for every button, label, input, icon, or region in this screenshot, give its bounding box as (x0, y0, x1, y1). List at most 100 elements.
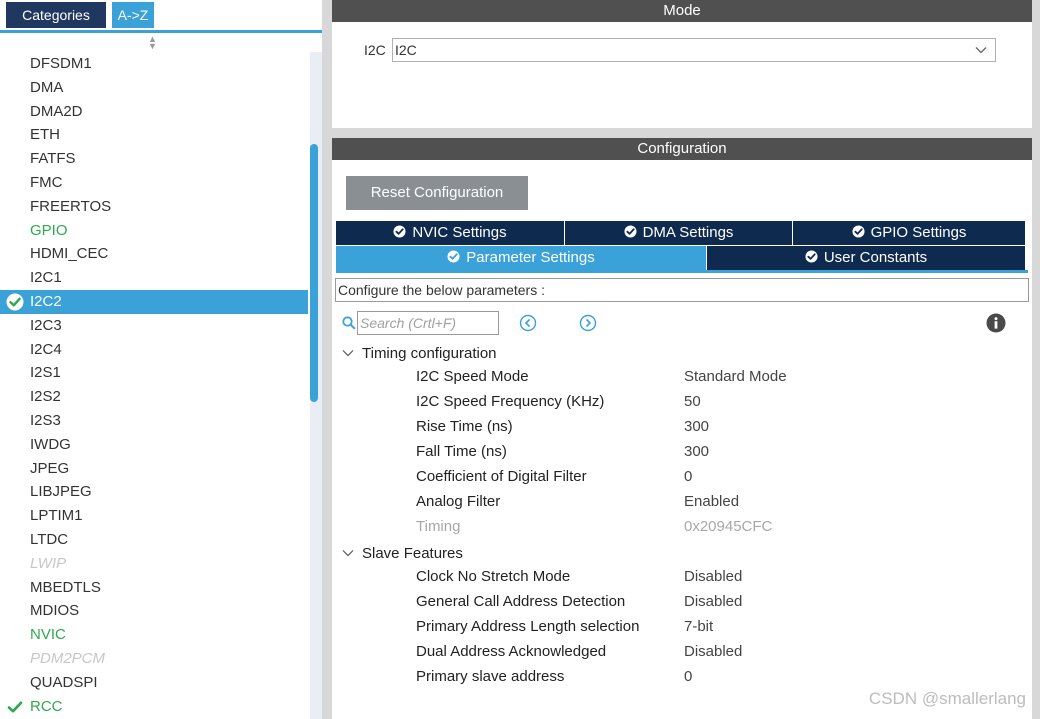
chevron-left-circle-icon[interactable] (519, 314, 537, 332)
param-name: Coefficient of Digital Filter (416, 468, 587, 485)
tab-categories[interactable]: Categories (6, 2, 106, 28)
group-slave-features[interactable]: Slave Features (342, 545, 463, 562)
peripheral-label: LPTIM1 (30, 507, 83, 525)
list-item-peripheral[interactable]: LTDC (0, 528, 308, 552)
list-item-peripheral[interactable]: ETH (0, 123, 308, 147)
peripheral-label: I2S2 (30, 388, 61, 406)
view-tabs: Categories A->Z (0, 0, 322, 30)
param-name: I2C Speed Frequency (KHz) (416, 393, 605, 410)
list-item-peripheral[interactable]: HDMI_CEC (0, 242, 308, 266)
list-item-peripheral[interactable]: LIBJPEG (0, 480, 308, 504)
list-item-peripheral[interactable]: QUADSPI (0, 671, 308, 695)
chevron-down-icon (342, 350, 354, 357)
peripheral-label: DFSDM1 (30, 55, 92, 72)
param-row[interactable]: Rise Time (ns) 300 (416, 418, 1016, 442)
tab-parameter-settings[interactable]: Parameter Settings (336, 246, 707, 270)
peripheral-label: I2C1 (30, 269, 62, 287)
list-item-peripheral-selected[interactable]: I2C2 (0, 289, 308, 314)
check-circle-icon (805, 250, 818, 263)
param-name: Fall Time (ns) (416, 443, 507, 460)
tab-label: GPIO Settings (870, 224, 967, 241)
tab-label: Parameter Settings (466, 249, 595, 266)
param-name: I2C Speed Mode (416, 368, 529, 385)
list-item-peripheral[interactable]: DMA2D (0, 100, 308, 124)
sort-arrows-icon[interactable]: ▲ ▼ (148, 35, 157, 51)
list-item-peripheral[interactable]: MBEDTLS (0, 576, 308, 600)
list-item-peripheral[interactable]: DMA (0, 76, 308, 100)
configuration-section: Configuration Reset Configuration NVIC S… (332, 138, 1032, 719)
group-timing-configuration[interactable]: Timing configuration (342, 345, 497, 362)
check-circle-icon (6, 293, 24, 311)
param-row[interactable]: I2C Speed Frequency (KHz) 50 (416, 393, 1016, 417)
watermark: CSDN @smallerlang (868, 689, 1026, 708)
param-row[interactable]: Dual Address Acknowledged Disabled (416, 643, 1016, 667)
list-item-peripheral[interactable]: I2S1 (0, 361, 308, 385)
peripheral-label: FREERTOS (30, 197, 112, 215)
list-item-peripheral[interactable]: FMC (0, 171, 308, 195)
peripheral-panel: Categories A->Z ▲ ▼ DFSDM1 DMA DMA2D ETH … (0, 0, 323, 719)
list-item-peripheral[interactable]: I2C4 (0, 338, 308, 362)
search-input[interactable] (357, 311, 499, 335)
peripheral-list: DFSDM1 DMA DMA2D ETH FATFS FMC FREERTOS … (0, 52, 308, 718)
list-item-peripheral[interactable]: RCC (0, 695, 308, 719)
param-row[interactable]: Clock No Stretch Mode Disabled (416, 568, 1016, 592)
param-row[interactable]: I2C Speed Mode Standard Mode (416, 368, 1016, 392)
group-title: Timing configuration (362, 345, 497, 362)
peripheral-label: FATFS (30, 150, 76, 168)
param-row[interactable]: Primary Address Length selection 7-bit (416, 618, 1016, 642)
tab-a-z[interactable]: A->Z (112, 2, 154, 28)
param-value: 7-bit (684, 618, 714, 635)
peripheral-label: I2S1 (30, 364, 61, 382)
peripheral-label: HDMI_CEC (30, 245, 109, 263)
check-icon (7, 701, 23, 713)
tab-dma-settings[interactable]: DMA Settings (565, 221, 793, 245)
mode-select[interactable]: I2C (392, 38, 996, 62)
list-item-peripheral[interactable]: I2C1 (0, 266, 308, 290)
list-item-peripheral[interactable]: I2S3 (0, 409, 308, 433)
list-item-peripheral[interactable]: LPTIM1 (0, 504, 308, 528)
param-row[interactable]: Analog Filter Enabled (416, 493, 1016, 517)
param-value: Disabled (684, 593, 743, 610)
list-item-peripheral[interactable]: JPEG (0, 457, 308, 481)
param-name: General Call Address Detection (416, 593, 626, 610)
param-name: Primary slave address (416, 668, 565, 685)
param-value: 300 (684, 418, 710, 435)
list-item-peripheral[interactable]: NVIC (0, 623, 308, 647)
tab-label: NVIC Settings (412, 224, 507, 241)
peripheral-label: PDM2PCM (30, 649, 106, 667)
tab-nvic-settings[interactable]: NVIC Settings (336, 221, 565, 245)
param-value: 0 (684, 468, 693, 485)
check-circle-icon (852, 225, 865, 238)
param-row[interactable]: General Call Address Detection Disabled (416, 593, 1016, 617)
peripheral-label: LWIP (30, 554, 67, 572)
list-item-peripheral[interactable]: MDIOS (0, 599, 308, 623)
list-item-peripheral[interactable]: FREERTOS (0, 195, 308, 219)
param-name: Analog Filter (416, 493, 501, 510)
check-circle-icon (624, 225, 637, 238)
mode-header: Mode (332, 0, 1032, 22)
param-row[interactable]: Coefficient of Digital Filter 0 (416, 468, 1016, 492)
mode-select-value: I2C (395, 42, 417, 58)
param-row[interactable]: Fall Time (ns) 300 (416, 443, 1016, 467)
check-circle-icon (393, 225, 406, 238)
search-icon (342, 316, 356, 330)
reset-configuration-button[interactable]: Reset Configuration (346, 176, 528, 210)
tab-label: User Constants (823, 249, 928, 266)
chevron-right-circle-icon[interactable] (579, 314, 597, 332)
list-item-peripheral[interactable]: I2S2 (0, 385, 308, 409)
info-icon[interactable] (986, 313, 1006, 333)
tab-underline (336, 270, 1028, 273)
param-value: 50 (684, 393, 701, 410)
mode-section: Mode I2C I2C (332, 0, 1032, 128)
list-item-peripheral[interactable]: DFSDM1 (0, 52, 308, 76)
list-item-peripheral[interactable]: IWDG (0, 433, 308, 457)
list-item-peripheral[interactable]: FATFS (0, 147, 308, 171)
scrollbar-thumb[interactable] (310, 144, 318, 402)
param-value: Disabled (684, 643, 743, 660)
list-item-peripheral[interactable]: I2C3 (0, 314, 308, 338)
tab-gpio-settings[interactable]: GPIO Settings (793, 221, 1025, 245)
list-item-peripheral[interactable]: GPIO (0, 219, 308, 243)
tab-underline (0, 30, 322, 33)
tab-user-constants[interactable]: User Constants (707, 246, 1025, 270)
param-value: Disabled (684, 568, 743, 585)
